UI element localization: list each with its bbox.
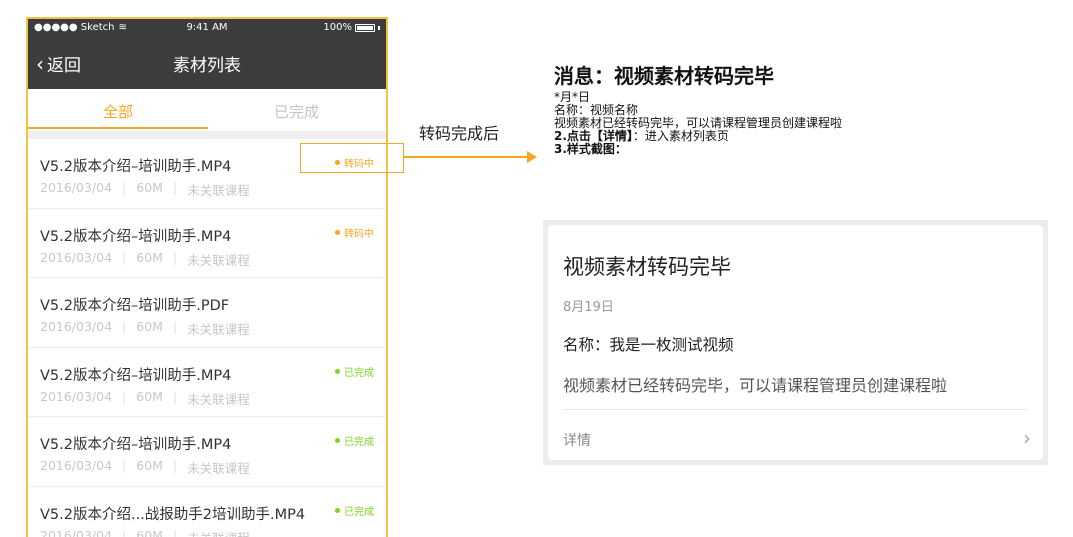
status-dot-icon: [335, 438, 340, 443]
status-label: 已完成: [344, 364, 374, 379]
item-name: V5.2版本介绍–培训助手.MP4: [40, 364, 231, 385]
item-size: 60M: [136, 250, 163, 269]
arrow-line: [404, 156, 527, 158]
item-size: 60M: [136, 319, 163, 338]
highlight-box: [300, 143, 404, 173]
list-item[interactable]: V5.2版本介绍...战报助手2培训助手.MP4 2016/03/04| 60M…: [28, 487, 386, 537]
item-date: 2016/03/04: [40, 319, 112, 338]
spec-step3-bold: 3.样式截图：: [554, 142, 627, 156]
tab-bar: 全部 已完成: [28, 89, 386, 131]
list-item[interactable]: V5.2版本介绍–培训助手.MP4 2016/03/04| 60M| 未关联课程…: [28, 348, 386, 418]
item-course: 未关联课程: [187, 180, 250, 199]
material-list: V5.2版本介绍–培训助手.MP4 2016/03/04| 60M| 未关联课程…: [28, 139, 386, 537]
item-date: 2016/03/04: [40, 180, 112, 199]
message-card: 视频素材转码完毕 8月19日 名称：我是一枚测试视频 视频素材已经转码完毕，可以…: [548, 225, 1043, 460]
detail-link[interactable]: 详情: [563, 430, 591, 450]
item-date: 2016/03/04: [40, 458, 112, 477]
card-name: 名称：我是一枚测试视频: [563, 333, 734, 355]
item-size: 60M: [136, 458, 163, 477]
item-meta: 2016/03/04| 60M| 未关联课程: [40, 319, 250, 338]
list-item[interactable]: V5.2版本介绍–培训助手.MP4 2016/03/04| 60M| 未关联课程…: [28, 209, 386, 279]
status-badge: 已完成: [335, 433, 374, 448]
status-badge: 已完成: [335, 364, 374, 379]
battery-percent: 100%: [323, 22, 352, 33]
item-name: V5.2版本介绍–培训助手.PDF: [40, 294, 229, 315]
tab-underline: [28, 127, 208, 129]
item-meta: 2016/03/04| 60M| 未关联课程: [40, 180, 250, 199]
spec-step3: 3.样式截图：: [554, 143, 842, 156]
battery-icon: [355, 24, 375, 32]
phone-mockup: ●●●●● Sketch ≋ 9:41 AM 100% ‹ 返回 素材列表 全部…: [26, 17, 388, 537]
chevron-right-icon[interactable]: ›: [1023, 426, 1031, 450]
list-item[interactable]: V5.2版本介绍–培训助手.MP4 2016/03/04| 60M| 未关联课程…: [28, 417, 386, 487]
tab-completed[interactable]: 已完成: [274, 101, 319, 122]
spec-step2-bold: 2.点击【详情】: [554, 129, 633, 143]
card-desc: 视频素材已经转码完毕，可以请课程管理员创建课程啦: [563, 372, 947, 396]
item-size: 60M: [136, 389, 163, 408]
status-badge: 转码中: [335, 225, 374, 240]
item-size: 60M: [136, 528, 163, 537]
item-name: V5.2版本介绍...战报助手2培训助手.MP4: [40, 503, 305, 524]
item-meta: 2016/03/04| 60M| 未关联课程: [40, 389, 250, 408]
divider: [28, 131, 386, 139]
status-label: 已完成: [344, 433, 374, 448]
item-name: V5.2版本介绍–培训助手.MP4: [40, 155, 231, 176]
spec-title: 消息：视频素材转码完毕: [554, 60, 842, 89]
list-item[interactable]: V5.2版本介绍–培训助手.PDF 2016/03/04| 60M| 未关联课程: [28, 278, 386, 348]
item-course: 未关联课程: [187, 389, 250, 408]
item-date: 2016/03/04: [40, 389, 112, 408]
item-course: 未关联课程: [187, 528, 250, 537]
status-dot-icon: [335, 369, 340, 374]
item-size: 60M: [136, 180, 163, 199]
item-date: 2016/03/04: [40, 250, 112, 269]
item-course: 未关联课程: [187, 250, 250, 269]
item-name: V5.2版本介绍–培训助手.MP4: [40, 225, 231, 246]
item-meta: 2016/03/04| 60M| 未关联课程: [40, 458, 250, 477]
battery-indicator: 100%: [323, 22, 380, 33]
status-bar: ●●●●● Sketch ≋ 9:41 AM 100%: [28, 19, 386, 37]
page-title: 素材列表: [28, 51, 386, 76]
card-date: 8月19日: [563, 296, 614, 315]
item-course: 未关联课程: [187, 319, 250, 338]
status-dot-icon: [335, 508, 340, 513]
item-meta: 2016/03/04| 60M| 未关联课程: [40, 250, 250, 269]
item-course: 未关联课程: [187, 458, 250, 477]
tab-all[interactable]: 全部: [103, 101, 133, 122]
nav-bar: ‹ 返回 素材列表: [28, 37, 386, 89]
item-date: 2016/03/04: [40, 528, 112, 537]
message-card-frame: 视频素材转码完毕 8月19日 名称：我是一枚测试视频 视频素材已经转码完毕，可以…: [543, 220, 1048, 465]
status-dot-icon: [335, 230, 340, 235]
item-name: V5.2版本介绍–培训助手.MP4: [40, 433, 231, 454]
status-label: 已完成: [344, 503, 374, 518]
status-label: 转码中: [344, 225, 374, 240]
arrow-right-icon: [527, 151, 537, 163]
arrow-label: 转码完成后: [419, 120, 499, 144]
spec-step2-rest: ：进入素材列表页: [633, 129, 729, 143]
item-meta: 2016/03/04| 60M| 未关联课程: [40, 528, 250, 537]
status-badge: 已完成: [335, 503, 374, 518]
battery-tip: [378, 26, 380, 30]
message-spec: 消息：视频素材转码完毕 *月*日 名称：视频名称 视频素材已经转码完毕，可以请课…: [554, 60, 842, 156]
card-divider: [563, 409, 1028, 410]
card-title: 视频素材转码完毕: [563, 251, 731, 281]
